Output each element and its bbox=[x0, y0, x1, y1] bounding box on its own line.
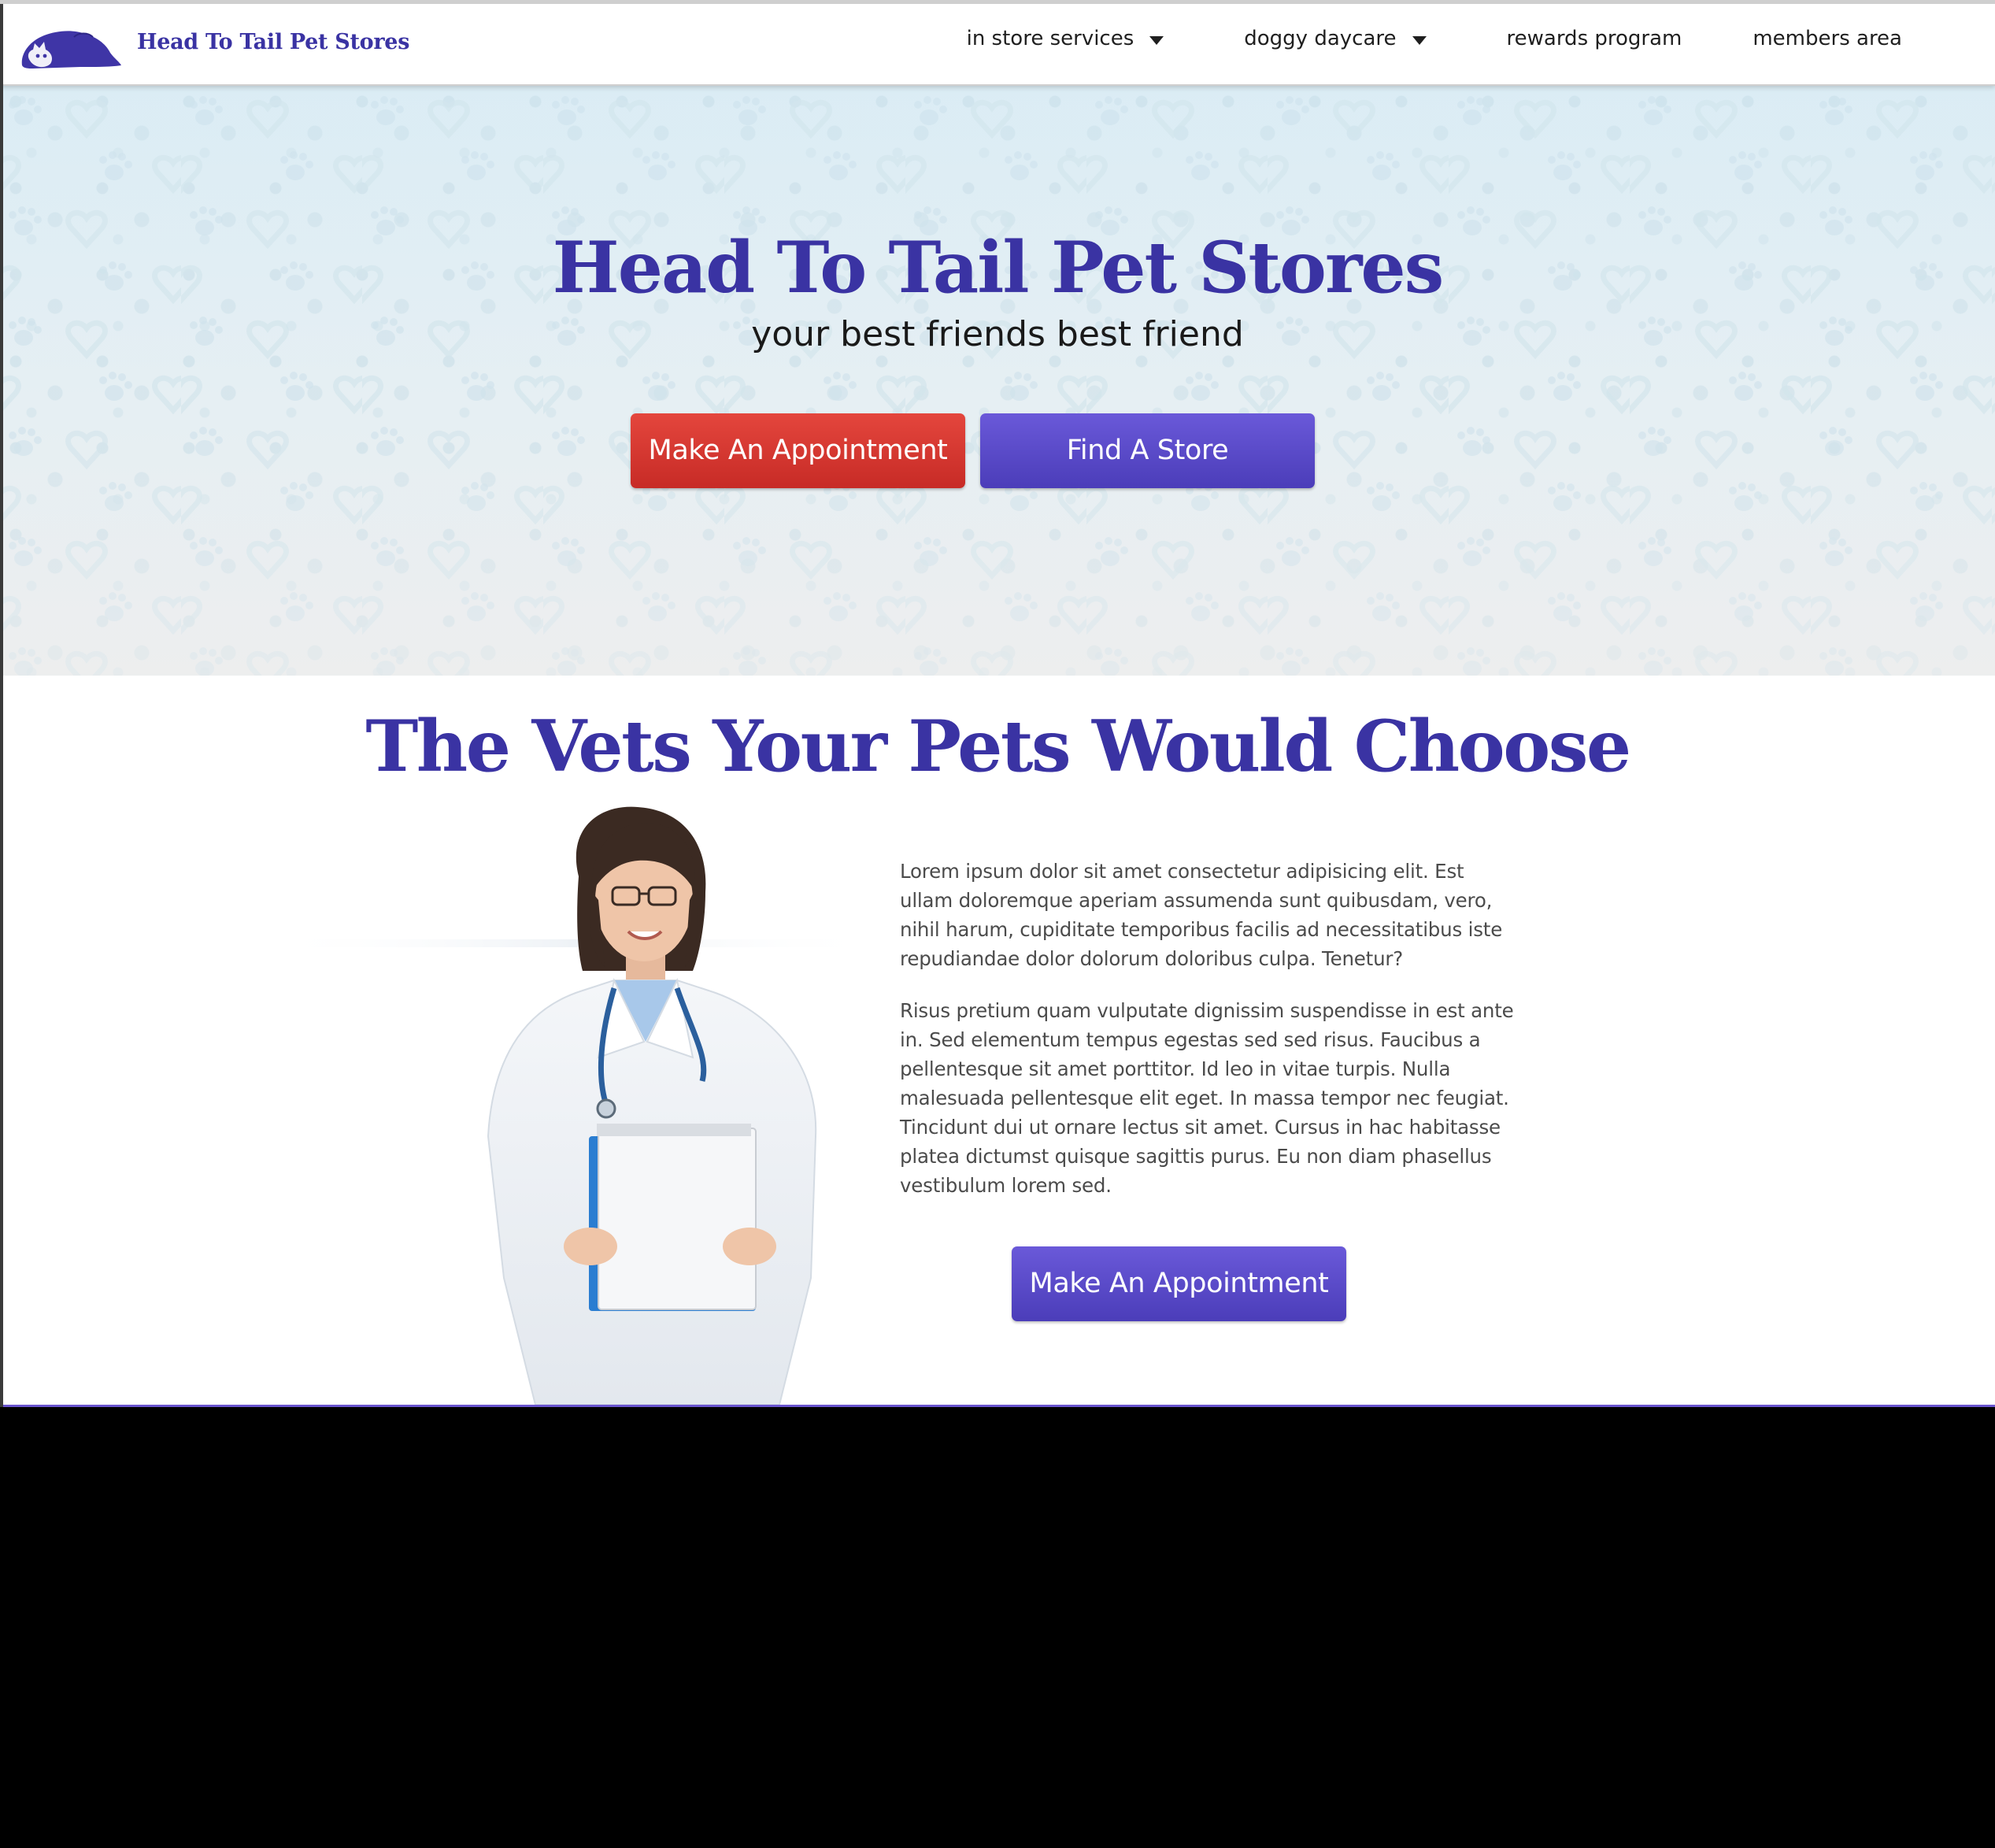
vets-paragraph: Risus pretium quam vulputate dignissim s… bbox=[900, 999, 1514, 1197]
vets-section: The Vets Your Pets Would Choose Lorem ip… bbox=[0, 676, 1995, 1407]
page: Head To Tail Pet Stores in store service… bbox=[0, 0, 1995, 1407]
vets-make-appointment-button[interactable]: Make An Appointment bbox=[1012, 1246, 1346, 1321]
hero-title: Head To Tail Pet Stores bbox=[552, 226, 1445, 309]
nav-doggy-daycare-label: doggy daycare bbox=[1244, 27, 1397, 50]
caret-down-icon bbox=[1149, 35, 1164, 45]
brand-link[interactable]: Head To Tail Pet Stores bbox=[17, 20, 409, 75]
caret-down-icon bbox=[1412, 35, 1427, 45]
window-edge bbox=[0, 0, 3, 1407]
site-header: Head To Tail Pet Stores in store service… bbox=[0, 4, 1995, 86]
nav-in-store-services[interactable]: in store services bbox=[967, 27, 1164, 50]
nav-in-store-services-label: in store services bbox=[966, 27, 1134, 50]
veterinarian-photo bbox=[268, 806, 882, 1405]
blank-footer-area bbox=[0, 1407, 1995, 1848]
cat-dog-logo-icon bbox=[21, 31, 121, 69]
hero-tagline: your best friends best friend bbox=[751, 314, 1244, 354]
main-nav: in store services doggy daycare rewards … bbox=[967, 4, 1995, 84]
vets-paragraph: Lorem ipsum dolor sit amet consectetur a… bbox=[900, 860, 1503, 970]
make-appointment-button[interactable]: Make An Appointment bbox=[631, 413, 965, 488]
vets-description: Lorem ipsum dolor sit amet consectetur a… bbox=[900, 857, 1522, 1223]
nav-rewards-program[interactable]: rewards program bbox=[1507, 27, 1682, 50]
window-top-edge bbox=[0, 0, 1995, 4]
find-store-button[interactable]: Find A Store bbox=[980, 413, 1315, 488]
vets-heading: The Vets Your Pets Would Choose bbox=[365, 705, 1631, 788]
paw-heart-pattern bbox=[0, 86, 1995, 676]
nav-doggy-daycare[interactable]: doggy daycare bbox=[1244, 27, 1427, 50]
brand-name: Head To Tail Pet Stores bbox=[137, 29, 410, 54]
hero-section: Head To Tail Pet Stores your best friend… bbox=[0, 86, 1995, 676]
nav-members-area[interactable]: members area bbox=[1753, 27, 1902, 50]
